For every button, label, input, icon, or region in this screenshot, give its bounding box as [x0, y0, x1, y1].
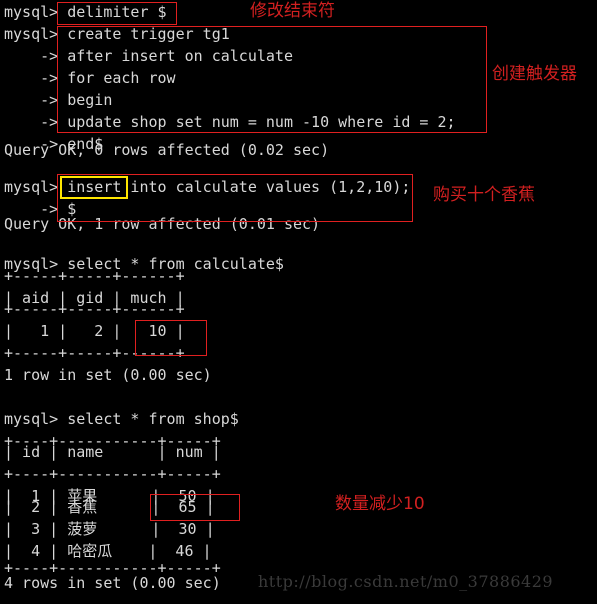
terminal-line: mysql> select * from shop$ [4, 410, 239, 428]
terminal-line: -> for each row [4, 69, 176, 87]
terminal-line: 4 rows in set (0.00 sec) [4, 574, 221, 592]
terminal-line: +-----+-----+------+ [4, 267, 185, 285]
csdn-watermark: http://blog.csdn.net/m0_37886429 [258, 572, 554, 591]
terminal-line: mysql> delimiter $ [4, 3, 167, 21]
terminal-line: | id | name | num | [4, 443, 221, 461]
terminal-line: -> begin [4, 91, 113, 109]
annotation-text: 创建触发器 [492, 64, 577, 84]
terminal-line: -> update shop set num = num -10 where i… [4, 113, 456, 131]
terminal-line: | 3 | 菠萝 | 30 | [4, 520, 215, 538]
terminal-line: | 1 | 2 | 10 | [4, 322, 185, 340]
terminal-line: +-----+-----+------+ [4, 300, 185, 318]
terminal-line: -> after insert on calculate [4, 47, 293, 65]
terminal-line: +----+-----------+-----+ [4, 465, 221, 483]
terminal-line: mysql> insert into calculate values (1,2… [4, 178, 411, 196]
terminal-line: +-----+-----+------+ [4, 344, 185, 362]
terminal-line: Query OK, 0 rows affected (0.02 sec) [4, 141, 330, 159]
annotation-text: 数量减少10 [335, 494, 425, 514]
terminal-line: mysql> create trigger tg1 [4, 25, 230, 43]
annotation-text: 修改结束符 [250, 1, 335, 21]
terminal-line: | 2 | 香蕉 | 65 | [4, 498, 215, 516]
terminal-line: Query OK, 1 row affected (0.01 sec) [4, 215, 321, 233]
terminal-screenshot: mysql> delimiter $ mysql> create trigger … [0, 0, 597, 604]
annotation-text: 购买十个香蕉 [433, 185, 535, 205]
terminal-line: 1 row in set (0.00 sec) [4, 366, 212, 384]
